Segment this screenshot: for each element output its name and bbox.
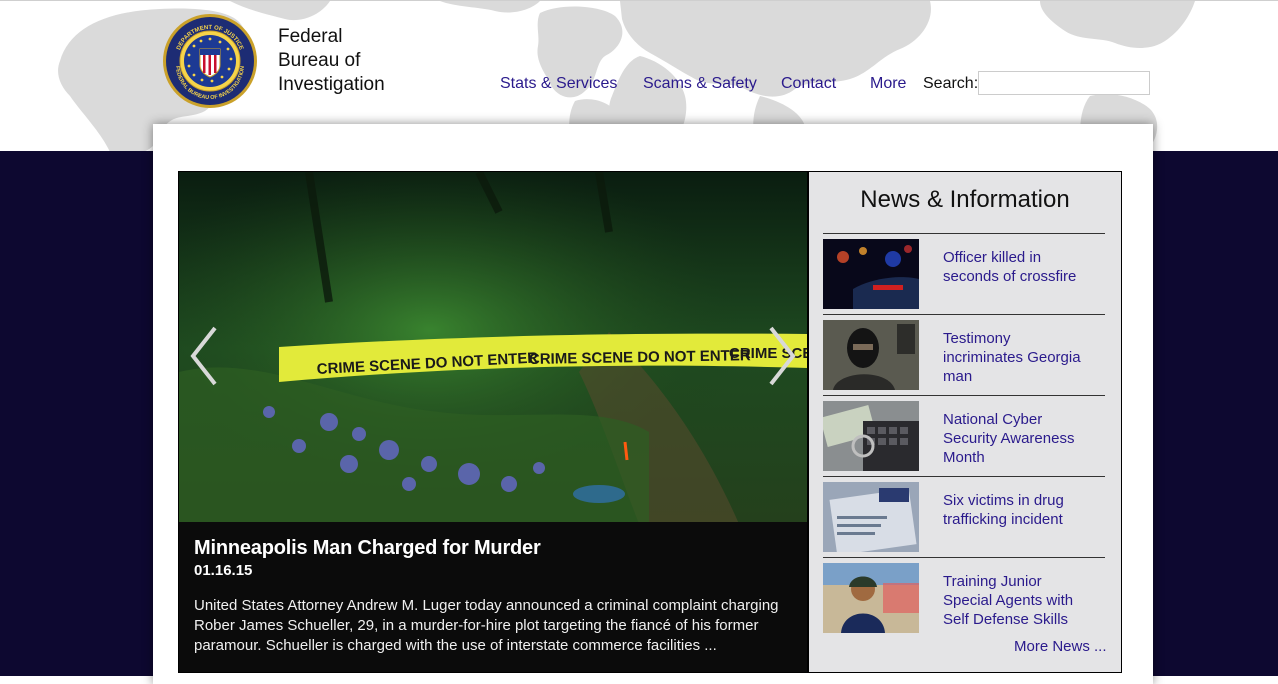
news-item-title[interactable]: Six victims in drug trafficking incident <box>943 491 1093 529</box>
news-thumbnail-masked-man <box>823 320 919 390</box>
nav-scams-safety[interactable]: Scams & Safety <box>643 73 757 95</box>
news-thumbnail-fbi-report <box>823 482 919 552</box>
slide-image-crime-scene[interactable]: CRIME SCENE DO NOT ENTER CRIME SCENE DO … <box>179 172 807 524</box>
chevron-right-icon[interactable] <box>763 324 799 388</box>
news-thumbnail-junior-agent <box>823 563 919 633</box>
chevron-left-icon[interactable] <box>187 324 223 388</box>
featured-slider: CRIME SCENE DO NOT ENTER CRIME SCENE DO … <box>178 171 808 673</box>
news-item-cyber[interactable]: National Cyber Security Awareness Month <box>823 395 1105 476</box>
news-item-testimony[interactable]: Testimony incriminates Georgia man <box>823 314 1105 395</box>
news-item-training[interactable]: Training Junior Special Agents with Self… <box>823 557 1105 638</box>
news-thumbnail-police-lights <box>823 239 919 309</box>
search-label: Search: <box>923 75 979 92</box>
nav-contact[interactable]: Contact <box>781 73 836 95</box>
news-panel: News & Information Officer killed in sec… <box>808 171 1122 673</box>
news-heading: News & Information <box>860 186 1070 213</box>
news-item-title[interactable]: Officer killed in seconds of crossfire <box>943 248 1093 286</box>
site-title-line-3: Investigation <box>278 74 385 95</box>
news-item-officer[interactable]: Officer killed in seconds of crossfire <box>823 233 1105 314</box>
nav-stats-services[interactable]: Stats & Services <box>500 73 617 95</box>
fbi-seal-logo[interactable]: DEPARTMENT OF JUSTICE FEDERAL BUREAU OF … <box>162 13 258 109</box>
news-item-title[interactable]: National Cyber Security Awareness Month <box>943 410 1093 467</box>
site-title-line-2: Bureau of <box>278 50 361 71</box>
slide-title[interactable]: Minneapolis Man Charged for Murder <box>194 537 541 560</box>
news-item-title[interactable]: Testimony incriminates Georgia man <box>943 329 1093 386</box>
site-title[interactable]: Federal Bureau of Investigation <box>278 25 385 97</box>
nav-more[interactable]: More <box>870 73 906 95</box>
site-title-line-1: Federal <box>278 26 343 47</box>
search-input[interactable] <box>978 71 1150 95</box>
news-item-title[interactable]: Training Junior Special Agents with Self… <box>943 572 1093 629</box>
news-thumbnail-keyboard-money <box>823 401 919 471</box>
slide-caption: Minneapolis Man Charged for Murder 01.16… <box>179 522 807 672</box>
news-item-victims[interactable]: Six victims in drug trafficking incident <box>823 476 1105 557</box>
more-news-link[interactable]: More News ... <box>1014 638 1107 655</box>
slide-description: United States Attorney Andrew M. Luger t… <box>194 597 779 654</box>
slide-date: 01.16.15 <box>194 562 253 579</box>
